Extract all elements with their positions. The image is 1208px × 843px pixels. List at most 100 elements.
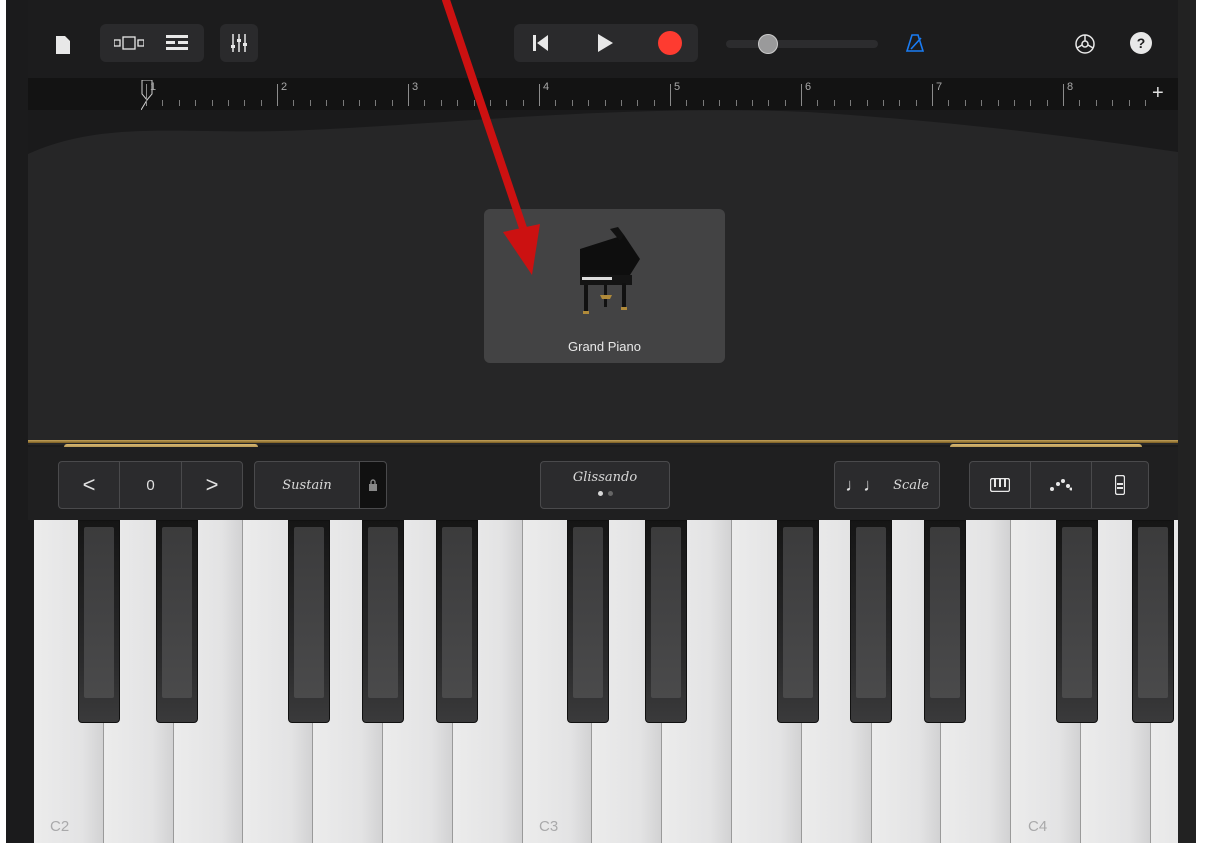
ruler-tick: [1144, 100, 1146, 106]
tracks-view-icon[interactable]: [108, 30, 150, 56]
ruler-tick: [1079, 100, 1081, 106]
rewind-icon[interactable]: [520, 30, 562, 56]
settings-icon[interactable]: [1070, 30, 1100, 58]
instrument-name: Grand Piano: [568, 339, 641, 354]
ruler-tick: [178, 100, 180, 106]
ruler-tick: [211, 100, 213, 106]
chevron-left-icon: <: [82, 472, 96, 497]
note-label-c4: C4: [1028, 818, 1048, 835]
list-view-icon[interactable]: [160, 30, 194, 56]
note-label-c3: C3: [539, 818, 559, 835]
ruler-bar-line: [801, 84, 802, 106]
help-button[interactable]: ?: [1130, 32, 1152, 54]
ruler-tick: [1128, 100, 1130, 106]
page-dots: [597, 491, 613, 496]
ruler-tick: [342, 100, 344, 106]
ruler-tick: [424, 100, 426, 106]
glissando-label: Glissando: [572, 470, 638, 485]
metronome-icon[interactable]: [900, 30, 930, 56]
ruler-bar-line: [670, 84, 671, 106]
page-dot-active: [597, 491, 603, 496]
black-key[interactable]: [850, 520, 892, 723]
ruler-tick: [588, 100, 590, 106]
ruler-tick: [571, 100, 573, 106]
octave-value: 0: [119, 461, 182, 509]
black-key[interactable]: [362, 520, 404, 723]
key-size-button[interactable]: [1091, 461, 1149, 509]
arpeggiator-button[interactable]: [1030, 461, 1092, 509]
octave-down-button[interactable]: <: [58, 461, 120, 509]
sustain-button[interactable]: Sustain: [254, 461, 360, 509]
ruler-tick: [997, 100, 999, 106]
ruler-tick: [768, 100, 770, 106]
add-section-icon[interactable]: +: [1152, 82, 1164, 105]
ruler-bar-number: 3: [412, 81, 419, 93]
black-key[interactable]: [1056, 520, 1098, 723]
sustain-lock-button[interactable]: [359, 461, 387, 509]
ruler-tick: [162, 100, 164, 106]
ruler-tick: [555, 100, 557, 106]
keyboard-layout-button[interactable]: [969, 461, 1031, 509]
ruler-tick: [882, 100, 884, 106]
volume-slider-thumb[interactable]: [758, 34, 778, 54]
piano-keyboard[interactable]: C2 C3 C4: [34, 520, 1178, 843]
ruler-tick: [326, 100, 328, 106]
ruler-bar-number: 2: [281, 81, 288, 93]
ruler-tick: [293, 100, 295, 106]
sustain-label: Sustain: [282, 477, 332, 493]
glissando-button[interactable]: Glissando: [540, 461, 670, 509]
toolbar: ?: [28, 0, 1178, 80]
ruler-tick: [653, 100, 655, 106]
black-key[interactable]: [1132, 520, 1174, 723]
volume-slider-track[interactable]: [726, 40, 878, 48]
ruler-tick: [1095, 100, 1097, 106]
document-icon[interactable]: [50, 30, 76, 60]
black-key[interactable]: [645, 520, 687, 723]
black-key[interactable]: [78, 520, 120, 723]
note-label-c2: C2: [50, 818, 70, 835]
black-key[interactable]: [288, 520, 330, 723]
ruler-tick: [375, 100, 377, 106]
ruler-tick: [1112, 100, 1114, 106]
instrument-card[interactable]: Grand Piano: [484, 209, 725, 363]
ruler-tick: [899, 100, 901, 106]
ruler-tick: [604, 100, 606, 106]
ruler-tick: [358, 100, 360, 106]
ruler-tick: [260, 100, 262, 106]
black-key[interactable]: [777, 520, 819, 723]
ruler-bar-line: [408, 84, 409, 106]
black-key[interactable]: [156, 520, 198, 723]
ruler-tick: [391, 100, 393, 106]
record-icon[interactable]: [648, 30, 692, 56]
scale-label: Scale: [893, 477, 929, 493]
lock-icon: [369, 479, 377, 491]
ruler-tick: [702, 100, 704, 106]
black-key[interactable]: [567, 520, 609, 723]
ruler-tick: [522, 100, 524, 106]
window-edge: [1178, 0, 1196, 843]
app: ? 12345678 + Grand Piano < 0 > Sustain G…: [0, 0, 1208, 843]
ruler-bar-line: [1063, 84, 1064, 106]
arpeggiator-icon: [1050, 479, 1072, 491]
ruler-tick: [686, 100, 688, 106]
octave-number: 0: [146, 476, 155, 494]
octave-up-button[interactable]: >: [181, 461, 243, 509]
ruler-tick: [948, 100, 950, 106]
black-key[interactable]: [924, 520, 966, 723]
ruler-bar-number: 7: [936, 81, 943, 93]
ruler-bar-number: 6: [805, 81, 812, 93]
ruler-tick: [457, 100, 459, 106]
ruler-tick: [751, 100, 753, 106]
play-icon[interactable]: [584, 30, 626, 56]
mixer-icon[interactable]: [222, 30, 256, 56]
ruler-tick: [719, 100, 721, 106]
ruler-tick: [981, 100, 983, 106]
ruler-tick: [1013, 100, 1015, 106]
ruler-bar-number: 4: [543, 81, 550, 93]
black-key[interactable]: [436, 520, 478, 723]
scale-button[interactable]: ♩♩ Scale: [834, 461, 940, 509]
ruler-bar-number: 5: [674, 81, 681, 93]
ruler-tick: [817, 100, 819, 106]
gold-rail: [28, 440, 1178, 443]
ruler-tick: [473, 100, 475, 106]
